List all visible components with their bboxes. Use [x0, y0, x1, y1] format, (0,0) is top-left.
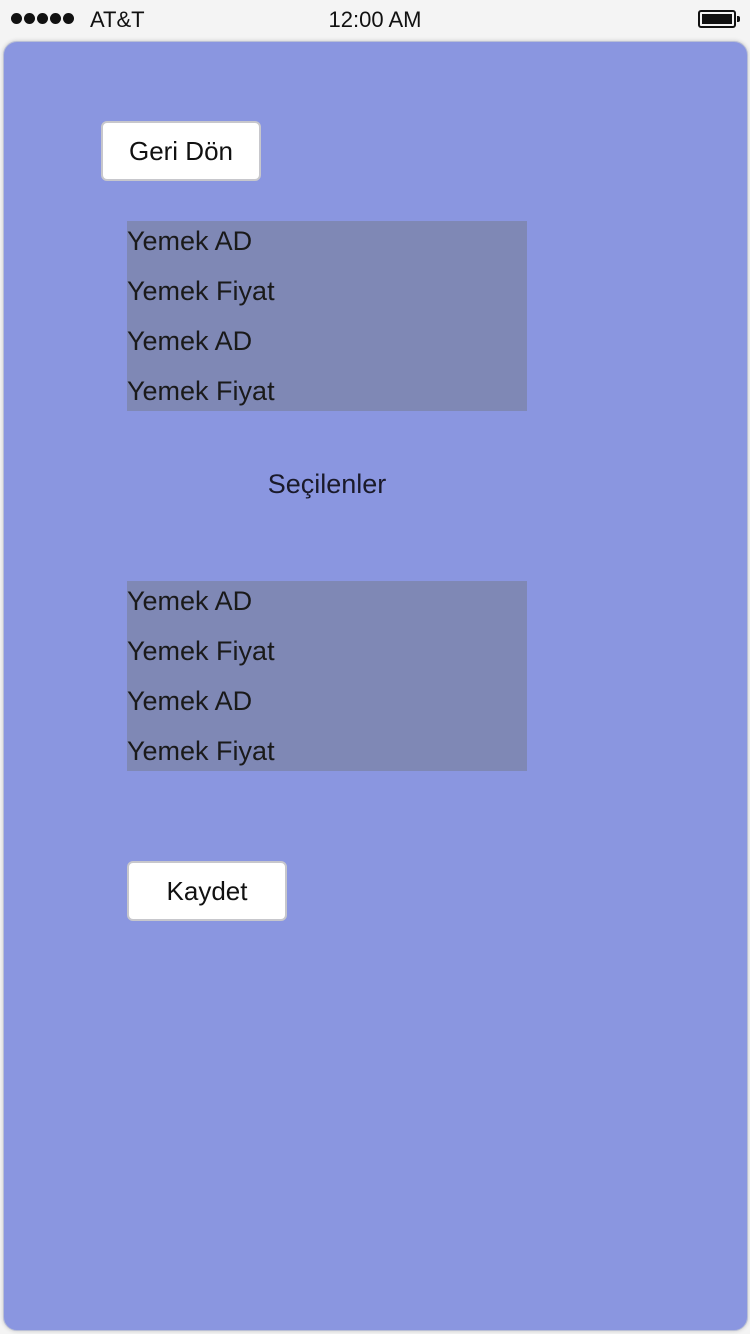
selected-section-title: Seçilenler [267, 469, 387, 499]
list-item[interactable]: Yemek Fiyat [127, 271, 527, 321]
status-time: 12:00 AM [328, 7, 422, 32]
main-screen: Geri Dön Yemek AD Yemek Fiyat Yemek AD Y… [3, 41, 748, 1331]
menu-list[interactable]: Yemek AD Yemek Fiyat Yemek AD Yemek Fiya… [127, 221, 527, 411]
save-button[interactable]: Kaydet [127, 861, 287, 921]
selected-list[interactable]: Yemek AD Yemek Fiyat Yemek AD Yemek Fiya… [127, 581, 527, 771]
list-item[interactable]: Yemek AD [127, 221, 527, 271]
list-item[interactable]: Yemek AD [127, 581, 527, 631]
list-item[interactable]: Yemek AD [127, 681, 527, 731]
list-item[interactable]: Yemek AD [127, 321, 527, 371]
list-item[interactable]: Yemek Fiyat [127, 631, 527, 681]
battery-full-icon [698, 10, 740, 28]
status-bar: AT&T 12:00 AM [0, 0, 750, 40]
list-item[interactable]: Yemek Fiyat [127, 371, 527, 411]
back-button[interactable]: Geri Dön [101, 121, 261, 181]
list-item[interactable]: Yemek Fiyat [127, 731, 527, 771]
